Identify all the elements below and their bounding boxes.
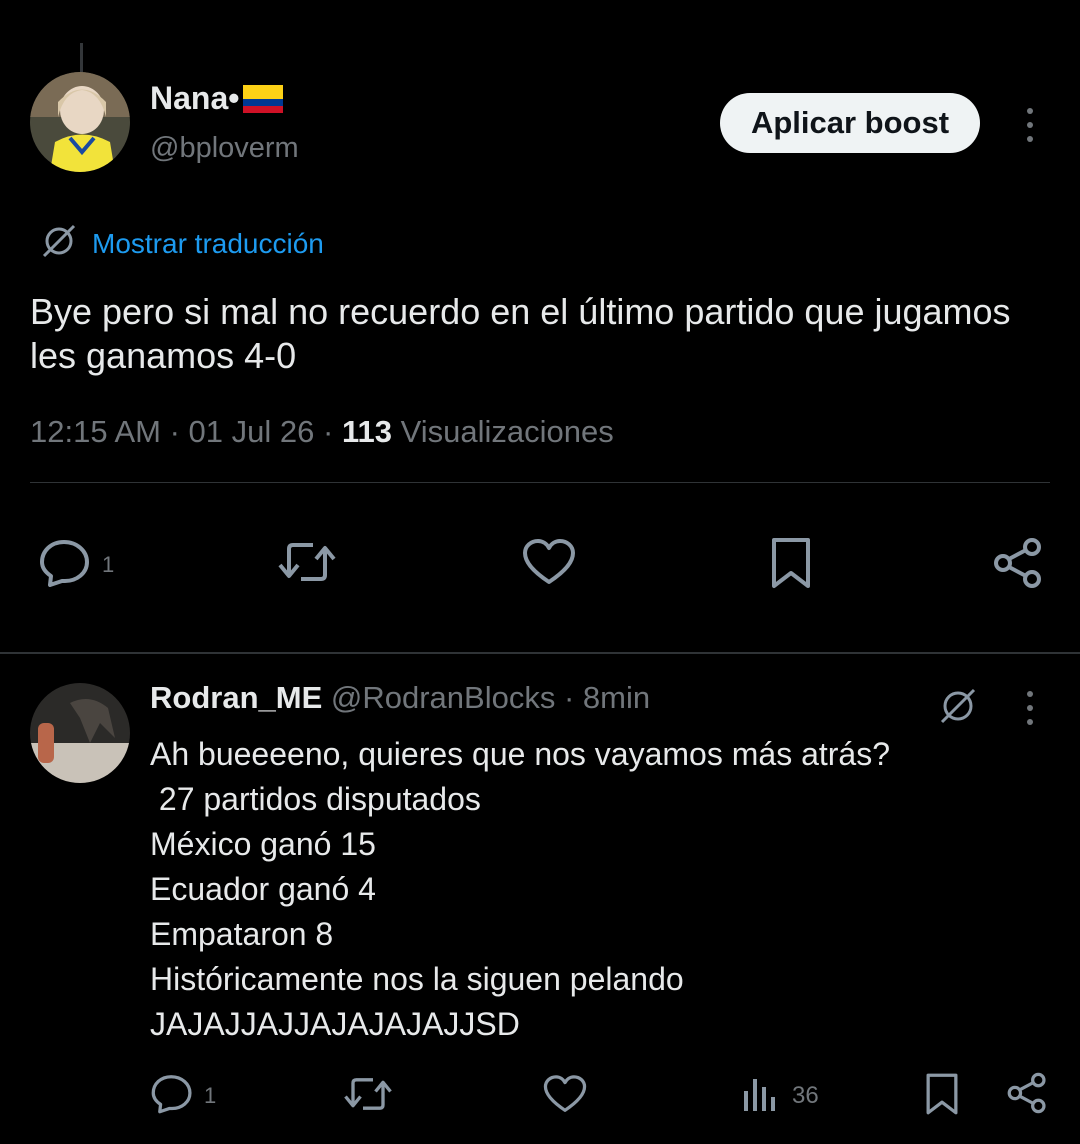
divider [30, 482, 1050, 483]
tweet-text: Bye pero si mal no recuerdo en el último… [30, 291, 1011, 376]
reply-share-button[interactable] [1006, 1072, 1048, 1120]
share-button[interactable] [992, 537, 1044, 595]
more-options-icon[interactable] [1018, 108, 1042, 142]
retweet-button[interactable] [277, 537, 337, 593]
reply-reply-count: 1 [204, 1083, 217, 1108]
colombia-flag-icon [243, 84, 284, 113]
reply-line: 27 partidos disputados [150, 781, 481, 817]
boost-button[interactable]: Aplicar boost [720, 93, 980, 153]
bookmark-icon [770, 536, 812, 596]
author-name[interactable]: Nana• [150, 80, 239, 117]
reply-icon [150, 1072, 194, 1120]
views-count: 113 [341, 414, 392, 449]
reply-like-button[interactable] [543, 1073, 587, 1121]
reply-author-handle[interactable]: @RodranBlocks [331, 680, 555, 715]
reply-line: Históricamente nos la siguen pelando [150, 961, 684, 997]
share-icon [1006, 1072, 1048, 1120]
reply-views-button[interactable]: 36 [742, 1073, 819, 1119]
show-translation-link[interactable]: Mostrar traducción [40, 222, 324, 265]
like-icon [522, 537, 576, 593]
translate-globe-icon [40, 222, 78, 265]
share-icon [992, 537, 1044, 595]
tweet-date: 01 Jul 26 [188, 414, 315, 449]
reply-bookmark-button[interactable] [924, 1072, 960, 1122]
translate-label: Mostrar traducción [92, 227, 324, 259]
reply-button[interactable]: 1 [38, 537, 114, 593]
reply-icon [38, 537, 92, 593]
views-label[interactable]: Visualizaciones [401, 414, 614, 449]
tweet-meta: 12:15 AM · 01 Jul 26 · 113 Visualizacion… [30, 414, 614, 449]
bookmark-icon [924, 1072, 960, 1122]
views-icon [742, 1073, 776, 1119]
retweet-icon [277, 537, 337, 593]
avatar[interactable] [30, 72, 130, 172]
author-handle[interactable]: @bploverm [150, 132, 299, 165]
reply-retweet-button[interactable] [343, 1073, 393, 1121]
reply-line: Empataron 8 [150, 916, 334, 952]
reply-reply-button[interactable]: 1 [150, 1072, 216, 1120]
like-icon [543, 1073, 587, 1121]
reply-count: 1 [102, 552, 115, 577]
reply-line: Ecuador ganó 4 [150, 871, 376, 907]
section-separator [0, 652, 1080, 654]
reply-views-count: 36 [792, 1082, 819, 1109]
reply-author-name[interactable]: Rodran_ME [150, 680, 322, 715]
reply-more-options-icon[interactable] [1018, 691, 1042, 725]
retweet-icon [343, 1073, 393, 1121]
reply-line: México ganó 15 [150, 826, 376, 862]
reply-translate-icon[interactable] [938, 686, 978, 731]
tweet-time: 12:15 AM [30, 414, 161, 449]
reply-time[interactable]: 8min [583, 680, 650, 715]
thread-line [80, 43, 83, 73]
bookmark-button[interactable] [770, 536, 812, 596]
like-button[interactable] [522, 537, 576, 593]
reply-avatar[interactable] [30, 683, 130, 783]
reply-text: Ah bueeeeno, quieres que nos vayamos más… [150, 732, 1030, 1047]
reply-line: JAJAJJAJJAJAJAJAJJSD [150, 1006, 520, 1042]
reply-header: Rodran_ME @RodranBlocks · 8min [150, 680, 651, 715]
reply-line: Ah bueeeeno, quieres que nos vayamos más… [150, 736, 891, 772]
